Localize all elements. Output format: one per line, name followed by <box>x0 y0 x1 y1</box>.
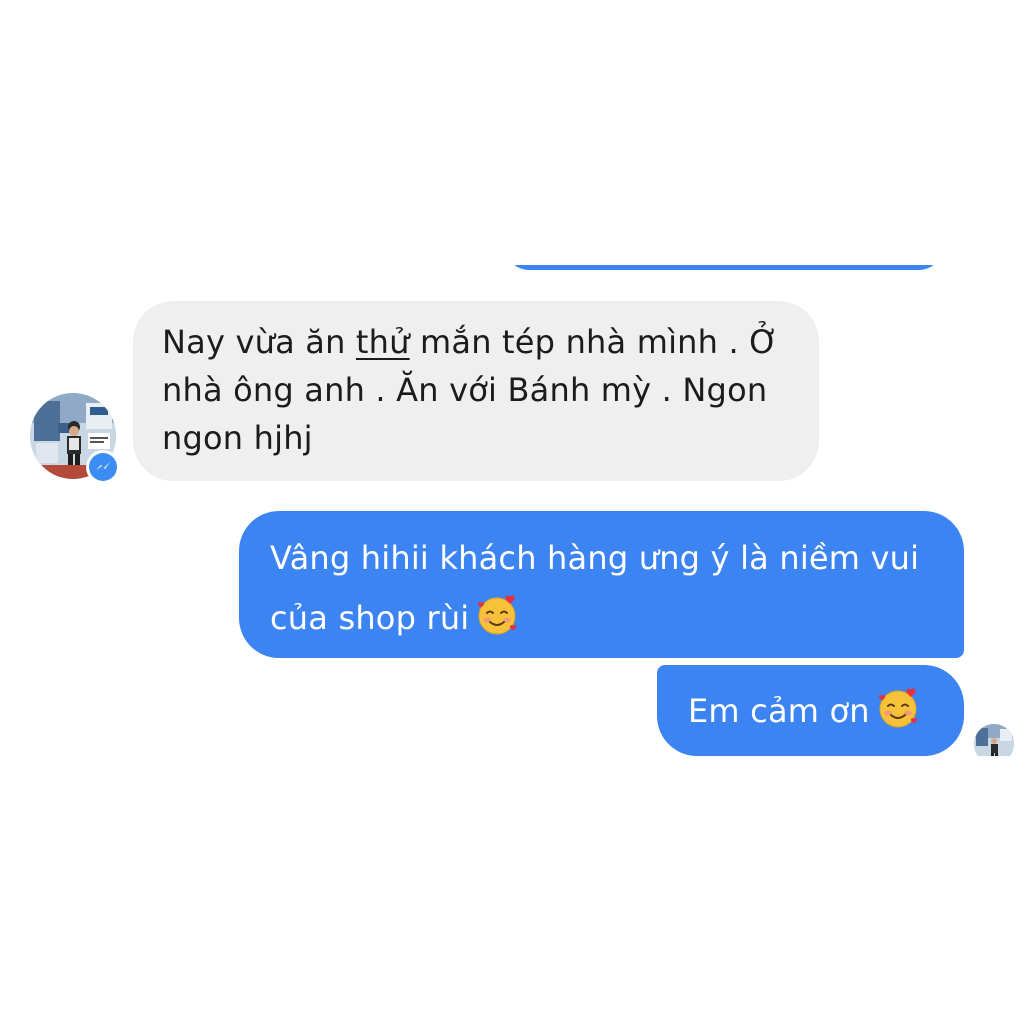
messenger-badge <box>86 450 120 484</box>
incoming-message-bubble[interactable]: Nay vừa ăn thử mắn tép nhà mình . Ở nhà … <box>133 301 819 481</box>
seen-avatar <box>974 724 1014 756</box>
message-line: Em cảm ơn <box>688 686 944 735</box>
outgoing-message-bubble[interactable]: Vâng hihii khách hàng ưng ý là niềm vui … <box>239 511 964 658</box>
outgoing-message-bubble[interactable]: Em cảm ơn <box>657 665 964 756</box>
underlined-word: thử <box>355 323 410 361</box>
messenger-icon <box>89 453 117 481</box>
chat-thread: Nay vừa ăn thử mắn tép nhà mình . Ở nhà … <box>0 0 1024 1024</box>
message-line: của shop rùi <box>270 588 944 648</box>
message-text: của shop rùi <box>270 599 470 637</box>
previous-outgoing-bubble[interactable] <box>505 265 943 270</box>
smiling-face-with-hearts-icon <box>876 686 920 730</box>
message-text: Nay vừa ăn <box>162 323 356 361</box>
seen-avatar-image <box>974 724 1014 756</box>
message-line: Vâng hihii khách hàng ưng ý là niềm vui <box>270 539 920 577</box>
message-line: Nay vừa ăn thử mắn tép nhà mình . Ở <box>162 318 791 366</box>
message-line: nhà ông anh . Ăn với Bánh mỳ . Ngon <box>162 371 768 409</box>
message-text: Em cảm ơn <box>688 692 870 730</box>
message-line: ngon hjhj <box>162 419 313 457</box>
smiling-face-with-hearts-icon <box>475 593 519 637</box>
message-text: mắn tép nhà mình . Ở <box>409 323 779 361</box>
